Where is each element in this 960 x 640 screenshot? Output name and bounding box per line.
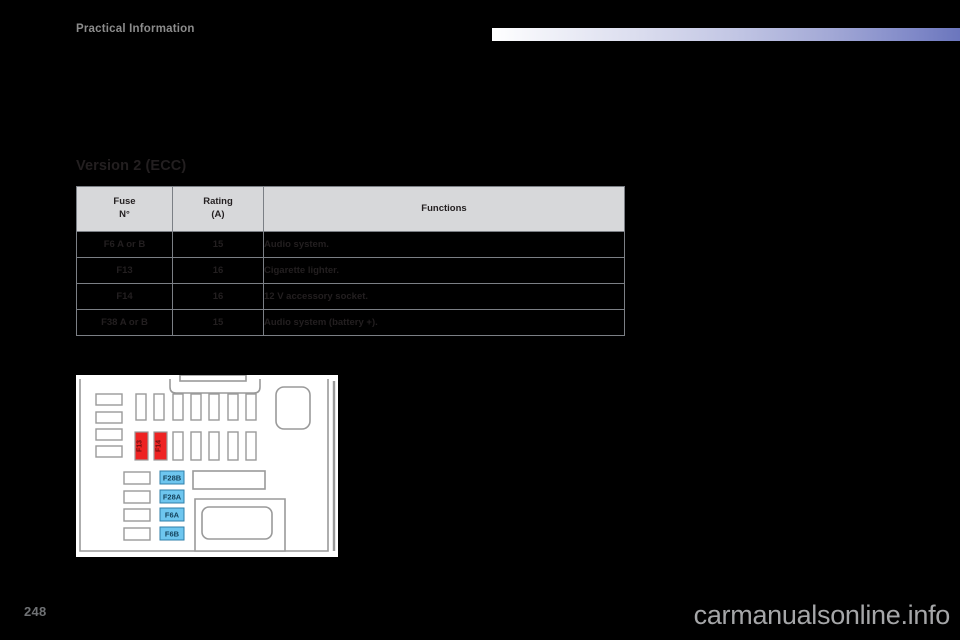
fuse-highlight-blue-2-label: F28A [163,493,182,502]
manual-page: Practical Information Version 2 (ECC) Fu… [0,0,960,640]
top-connector-tab [179,375,247,382]
fuse-slot-bottom-3 [172,431,184,461]
fuse-slot-top-6 [227,393,239,421]
fuse-slot-top-3 [172,393,184,421]
fuse-slot-top-2 [153,393,165,421]
cell-fuse-function: Audio system. [263,231,625,258]
fuse-slot-top-7 [245,393,257,421]
fuse-slot-top-1 [135,393,147,421]
fuse-slot-top-5 [208,393,220,421]
fuse-highlight-red-2-label: F14 [156,440,163,452]
slot-left-1 [95,393,123,406]
cell-fuse-rating: 15 [172,231,264,258]
site-watermark: carmanualsonline.info [693,600,951,630]
slot-lower-1 [123,471,151,485]
page-header-title: Practical Information [76,23,195,35]
column-header-rating: Rating (A) [172,186,264,232]
relay-block-inner [201,506,273,540]
cell-fuse-function: 12 V accessory socket. [263,283,625,310]
table-row: F38 A or B 15 Audio system (battery +). [76,309,625,336]
column-header-fuse-line2: N° [119,209,130,220]
slot-left-3 [95,428,123,441]
slot-lower-3 [123,508,151,522]
fuse-table-body: F6 A or B 15 Audio system. F13 16 Cigare… [76,231,625,336]
table-header-row: Fuse N° Rating (A) Functions [76,186,625,232]
fuse-box-diagram: F13 F14 F28B F28A F6A F6B [76,375,338,557]
slot-left-2 [95,411,123,424]
column-header-rating-line1: Rating [203,196,233,208]
fuse-table-head: Fuse N° Rating (A) Functions [76,186,625,232]
slot-lower-4 [123,527,151,541]
fuse-slot-top-4 [190,393,202,421]
cell-fuse-function: Audio system (battery +). [263,309,625,336]
table-row: F13 16 Cigarette lighter. [76,257,625,284]
cell-fuse-rating: 15 [172,309,264,336]
fuse-highlight-blue-4-label: F6B [165,530,180,539]
cell-fuse-rating: 16 [172,257,264,284]
fuse-slot-bottom-6 [227,431,239,461]
relay-right [275,386,311,430]
section-title: Version 2 (ECC) [76,158,187,174]
fuse-slot-bottom-5 [208,431,220,461]
fuse-highlight-blue-3-label: F6A [165,511,180,520]
header-gradient-bar [492,28,960,41]
column-header-fuse-line1: Fuse [113,196,136,208]
fuse-slot-bottom-4 [190,431,202,461]
cell-fuse-number: F6 A or B [76,231,173,258]
column-header-rating-line2: (A) [211,209,225,220]
column-header-fuse: Fuse N° [76,186,173,232]
column-header-functions: Functions [263,186,625,232]
relay-block-top [192,470,266,490]
table-row: F6 A or B 15 Audio system. [76,231,625,258]
cell-fuse-number: F13 [76,257,173,284]
cell-fuse-rating: 16 [172,283,264,310]
cell-fuse-function: Cigarette lighter. [263,257,625,284]
slot-left-4 [95,445,123,458]
fuse-highlight-blue-1-label: F28B [163,474,182,483]
fuse-slot-bottom-7 [245,431,257,461]
cell-fuse-number: F14 [76,283,173,310]
fuse-highlight-red-1-label: F13 [137,440,144,452]
slot-lower-2 [123,490,151,504]
cell-fuse-number: F38 A or B [76,309,173,336]
table-row: F14 16 12 V accessory socket. [76,283,625,310]
fuse-table: Fuse N° Rating (A) Functions F6 A or B 1… [76,186,625,336]
column-header-functions-line1: Functions [421,202,467,214]
page-number: 248 [24,604,47,619]
page-header: Practical Information [0,0,960,52]
